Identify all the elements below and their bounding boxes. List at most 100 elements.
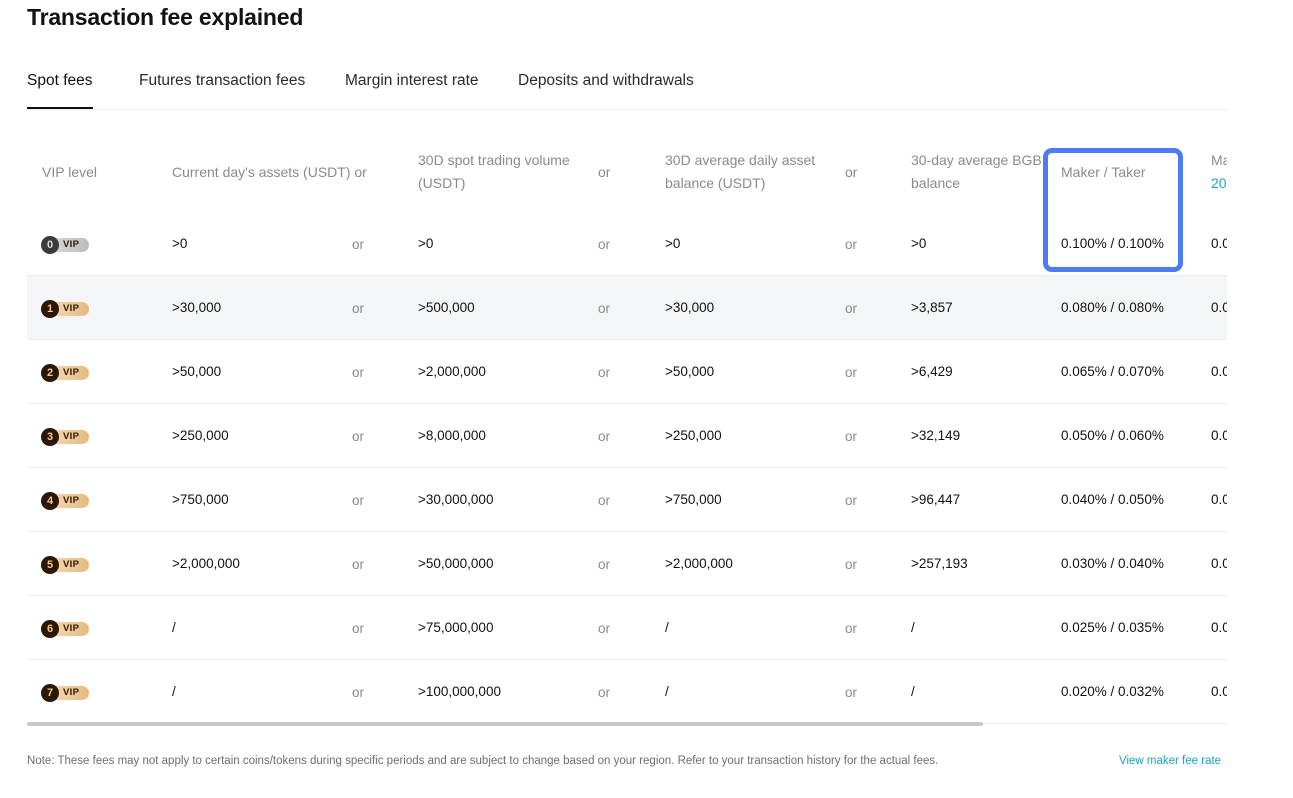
vip-level-number: 3 (41, 428, 59, 446)
cell-avg-balance: >250,000 (665, 428, 722, 443)
cell-next-column: 0.0 (1211, 620, 1227, 635)
vip-level-number: 4 (41, 492, 59, 510)
header-bgb-line2: balance (911, 175, 961, 191)
vip-level-badge: VIP 2 (41, 364, 89, 382)
cell-bgb-balance: >96,447 (911, 492, 961, 507)
header-next-column: Ma (1211, 152, 1227, 168)
tab-futures-fees[interactable]: Futures transaction fees (139, 72, 305, 109)
or-separator: or (352, 685, 365, 700)
fee-tabs: Spot fees Futures transaction fees Margi… (27, 72, 1227, 110)
table-row: VIP 4 >750,000 >30,000,000 >750,000 >96,447 0.… (27, 468, 1227, 532)
vip-text: VIP (63, 495, 80, 506)
table-row: VIP 2 >50,000 >2,000,000 >50,000 >6,429 0.065%… (27, 340, 1227, 404)
table-row: VIP 5 >2,000,000 >50,000,000 >2,000,000 >257,… (27, 532, 1227, 596)
scrollbar-thumb[interactable] (27, 722, 983, 726)
header-or: or (598, 164, 611, 180)
vip-level-badge: VIP 1 (41, 300, 89, 318)
header-spot-volume-line2: (USDT) (418, 175, 466, 191)
cell-current-assets: >750,000 (172, 492, 229, 507)
tab-margin-interest[interactable]: Margin interest rate (345, 72, 479, 109)
or-separator: or (598, 237, 611, 252)
vip-text: VIP (63, 623, 80, 634)
cell-avg-balance: >750,000 (665, 492, 722, 507)
or-separator: or (845, 685, 858, 700)
cell-current-assets: >30,000 (172, 300, 222, 315)
or-separator: or (598, 429, 611, 444)
cell-avg-balance: >0 (665, 236, 681, 251)
vip-text: VIP (63, 367, 80, 378)
or-separator: or (352, 429, 365, 444)
vip-text: VIP (63, 687, 80, 698)
or-separator: or (352, 557, 365, 572)
cell-maker-taker-fee: 0.020% / 0.032% (1061, 684, 1164, 699)
header-bgb-line1: 30-day average BGB (911, 152, 1042, 168)
cell-current-assets: >2,000,000 (172, 556, 240, 571)
header-or: or (845, 164, 858, 180)
or-separator: or (352, 237, 365, 252)
cell-current-assets: >0 (172, 236, 188, 251)
or-separator: or (598, 557, 611, 572)
vip-level-number: 6 (41, 620, 59, 638)
vip-text: VIP (63, 303, 80, 314)
cell-spot-volume: >30,000,000 (418, 492, 494, 507)
or-separator: or (845, 621, 858, 636)
cell-next-column: 0.0 (1211, 364, 1227, 379)
cell-spot-volume: >2,000,000 (418, 364, 486, 379)
cell-avg-balance: / (665, 620, 669, 635)
header-current-assets: Current day's assets (USDT) or (172, 164, 367, 180)
or-separator: or (845, 429, 858, 444)
cell-spot-volume: >0 (418, 236, 434, 251)
or-separator: or (598, 685, 611, 700)
cell-avg-balance: / (665, 684, 669, 699)
or-separator: or (845, 301, 858, 316)
cell-maker-taker-fee: 0.080% / 0.080% (1061, 300, 1164, 315)
or-separator: or (352, 621, 365, 636)
vip-level-badge: VIP 4 (41, 492, 89, 510)
cell-next-column: 0.0 (1211, 684, 1227, 699)
cell-next-column: 0.0 (1211, 556, 1227, 571)
cell-current-assets: >50,000 (172, 364, 222, 379)
horizontal-scrollbar[interactable] (27, 722, 1227, 726)
vip-level-number: 2 (41, 364, 59, 382)
or-separator: or (598, 621, 611, 636)
view-maker-fee-rate-link[interactable]: View maker fee rate (1119, 755, 1221, 767)
or-separator: or (352, 301, 365, 316)
page-title: Transaction fee explained (27, 4, 304, 30)
or-separator: or (845, 493, 858, 508)
header-next-column-link[interactable]: 20 (1211, 172, 1227, 195)
cell-bgb-balance: >0 (911, 236, 927, 251)
table-row: VIP 6 / >75,000,000 / / 0.025% / 0.035% 0.0 or or… (27, 596, 1227, 660)
vip-level-badge: VIP 6 (41, 620, 89, 638)
cell-current-assets: >250,000 (172, 428, 229, 443)
fee-note: Note: These fees may not apply to certai… (27, 755, 939, 767)
vip-level-badge: VIP 3 (41, 428, 89, 446)
cell-maker-taker-fee: 0.040% / 0.050% (1061, 492, 1164, 507)
tab-spot-fees[interactable]: Spot fees (27, 72, 93, 109)
or-separator: or (598, 493, 611, 508)
table-row: VIP 1 >30,000 >500,000 >30,000 >3,857 0.080% /… (27, 276, 1227, 340)
cell-avg-balance: >50,000 (665, 364, 715, 379)
cell-bgb-balance: >257,193 (911, 556, 968, 571)
cell-avg-balance: >30,000 (665, 300, 715, 315)
or-separator: or (352, 493, 365, 508)
or-separator: or (352, 365, 365, 380)
cell-current-assets: / (172, 620, 176, 635)
table-row: VIP 3 >250,000 >8,000,000 >250,000 >32,149 0.0… (27, 404, 1227, 468)
cell-next-column: 0.0 (1211, 428, 1227, 443)
cell-spot-volume: >50,000,000 (418, 556, 494, 571)
vip-level-number: 5 (41, 556, 59, 574)
vip-level-badge: VIP 5 (41, 556, 89, 574)
vip-text: VIP (63, 239, 80, 250)
vip-text: VIP (63, 431, 80, 442)
header-avg-balance-line1: 30D average daily asset (665, 152, 816, 168)
table-row: VIP 7 / >100,000,000 / / 0.020% / 0.032% 0.0 or o… (27, 660, 1227, 724)
vip-level-badge: VIP 7 (41, 684, 89, 702)
vip-level-number: 1 (41, 300, 59, 318)
tab-deposits-withdrawals[interactable]: Deposits and withdrawals (518, 72, 694, 109)
cell-avg-balance: >2,000,000 (665, 556, 733, 571)
cell-next-column: 0.0 (1211, 300, 1227, 315)
cell-bgb-balance: / (911, 684, 915, 699)
cell-bgb-balance: >32,149 (911, 428, 961, 443)
cell-spot-volume: >500,000 (418, 300, 475, 315)
cell-bgb-balance: >3,857 (911, 300, 953, 315)
